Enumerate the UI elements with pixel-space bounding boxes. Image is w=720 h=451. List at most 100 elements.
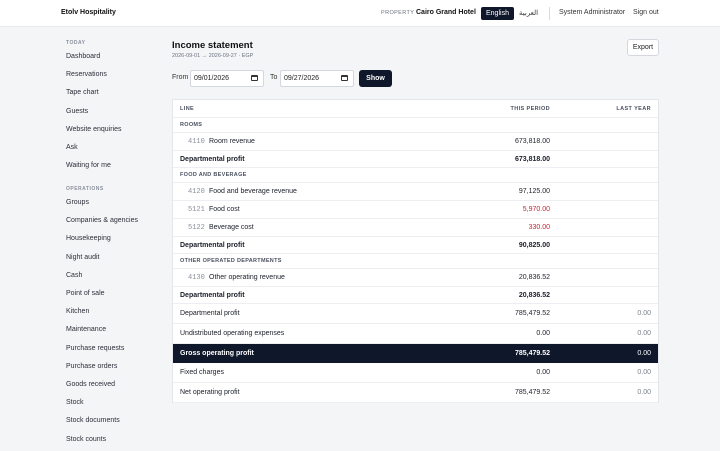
line-label: Net operating profit bbox=[180, 389, 240, 396]
sidebar-item-tape-chart[interactable]: Tape chart bbox=[66, 89, 99, 96]
table-row[interactable]: 5121 Food cost 5,970.00 bbox=[173, 201, 658, 219]
sidebar: TODAY Dashboard Reservations Tape chart Gues… bbox=[0, 28, 150, 451]
top-bar: Etolv Hospitality PROPERTY Cairo Grand H… bbox=[0, 0, 720, 27]
table-row: Departmental profit 90,825.00 bbox=[173, 237, 658, 254]
sidebar-item-stock-counts[interactable]: Stock counts bbox=[66, 436, 106, 443]
sign-out-link[interactable]: Sign out bbox=[633, 9, 659, 16]
table-section-header: FOOD AND BEVERAGE bbox=[173, 168, 658, 183]
sidebar-item-purchase-orders[interactable]: Purchase orders bbox=[66, 363, 117, 370]
last-year-value: 0.00 bbox=[637, 349, 651, 357]
sidebar-item-point-of-sale[interactable]: Point of sale bbox=[66, 290, 105, 297]
to-date-value: 09/27/2026 bbox=[284, 75, 320, 82]
account-code: 4130 bbox=[188, 273, 205, 282]
to-date-input[interactable]: 09/27/2026 bbox=[280, 70, 354, 87]
line-label: Fixed charges bbox=[180, 369, 224, 376]
account-code: 4110 bbox=[188, 137, 205, 146]
this-period-value: 20,836.52 bbox=[518, 274, 550, 281]
user-menu[interactable]: System Administrator bbox=[559, 9, 625, 16]
table-section-header: ROOMS bbox=[173, 118, 658, 133]
this-period-value: 673,818.00 bbox=[514, 138, 550, 145]
sidebar-item-stock-documents[interactable]: Stock documents bbox=[66, 417, 120, 424]
sidebar-item-reservations[interactable]: Reservations bbox=[66, 71, 107, 78]
this-period-value: 90,825.00 bbox=[518, 241, 550, 249]
language-arabic-button[interactable]: العربية bbox=[519, 9, 538, 17]
table-row: Undistributed operating expenses 0.00 0.00 bbox=[173, 324, 658, 344]
property-label: PROPERTY bbox=[381, 10, 415, 16]
page-subtitle: 2026-09-01 → 2026-09-27 · EGP bbox=[172, 53, 254, 59]
sidebar-item-groups[interactable]: Groups bbox=[66, 199, 89, 206]
income-statement-table: LINE THIS PERIOD LAST YEAR ROOMS 4110 Room… bbox=[172, 99, 659, 403]
sidebar-item-website-enquiries[interactable]: Website enquiries bbox=[66, 126, 122, 133]
line-label: Food and beverage revenue bbox=[209, 188, 297, 195]
this-period-value: 20,836.52 bbox=[518, 291, 550, 299]
this-period-value: 785,479.52 bbox=[514, 310, 550, 317]
this-period-value: 97,125.00 bbox=[518, 188, 550, 195]
sidebar-item-companies-agencies[interactable]: Companies & agencies bbox=[66, 217, 138, 224]
table-row: Net operating profit 785,479.52 0.00 bbox=[173, 383, 658, 403]
account-code: 4120 bbox=[188, 187, 205, 196]
account-code: 5122 bbox=[188, 223, 205, 232]
line-label: Departmental profit bbox=[180, 310, 240, 317]
to-label: To bbox=[270, 74, 278, 81]
sidebar-item-housekeeping[interactable]: Housekeeping bbox=[66, 235, 111, 242]
this-period-value: 5,970.00 bbox=[522, 206, 550, 213]
column-header-line: LINE bbox=[180, 105, 195, 112]
sidebar-item-purchase-requests[interactable]: Purchase requests bbox=[66, 345, 124, 352]
sidebar-section-operations: OPERATIONS bbox=[66, 186, 104, 192]
calendar-icon[interactable] bbox=[251, 75, 258, 81]
line-label: Departmental profit bbox=[180, 155, 245, 163]
from-date-value: 09/01/2026 bbox=[194, 75, 230, 82]
table-row: Gross operating profit 785,479.52 0.00 bbox=[173, 344, 658, 363]
table-row: Departmental profit 20,836.52 bbox=[173, 287, 658, 304]
page-title: Income statement bbox=[172, 40, 253, 51]
sidebar-item-cash[interactable]: Cash bbox=[66, 272, 82, 279]
line-label: Room revenue bbox=[209, 138, 255, 145]
line-label: Departmental profit bbox=[180, 241, 245, 249]
sidebar-item-stock[interactable]: Stock bbox=[66, 399, 84, 406]
sidebar-item-waiting-for-me[interactable]: Waiting for me bbox=[66, 162, 111, 169]
sidebar-item-ask[interactable]: Ask bbox=[66, 144, 78, 151]
brand-name[interactable]: Etolv Hospitality bbox=[61, 9, 116, 16]
line-label: Beverage cost bbox=[209, 224, 254, 231]
table-row: Fixed charges 0.00 0.00 bbox=[173, 363, 658, 383]
table-section-header: OTHER OPERATED DEPARTMENTS bbox=[173, 254, 658, 269]
this-period-value: 0.00 bbox=[536, 369, 550, 376]
show-button[interactable]: Show bbox=[359, 70, 392, 87]
this-period-value: 0.00 bbox=[536, 330, 550, 337]
line-label: Undistributed operating expenses bbox=[180, 330, 285, 337]
table-row[interactable]: 4110 Room revenue 673,818.00 bbox=[173, 133, 658, 151]
section-label: ROOMS bbox=[180, 122, 203, 128]
last-year-value: 0.00 bbox=[637, 310, 651, 317]
sidebar-item-night-audit[interactable]: Night audit bbox=[66, 254, 99, 261]
sidebar-item-dashboard[interactable]: Dashboard bbox=[66, 53, 100, 60]
from-date-input[interactable]: 09/01/2026 bbox=[190, 70, 264, 87]
account-code: 5121 bbox=[188, 205, 205, 214]
sidebar-item-goods-received[interactable]: Goods received bbox=[66, 381, 115, 388]
table-row[interactable]: 5122 Beverage cost 330.00 bbox=[173, 219, 658, 237]
this-period-value: 330.00 bbox=[528, 224, 550, 231]
table-header: LINE THIS PERIOD LAST YEAR bbox=[173, 100, 658, 118]
language-english-button[interactable]: English bbox=[481, 7, 514, 20]
divider bbox=[549, 7, 550, 20]
sidebar-section-today: TODAY bbox=[66, 40, 86, 46]
last-year-value: 0.00 bbox=[637, 389, 651, 396]
line-label: Departmental profit bbox=[180, 291, 245, 299]
this-period-value: 785,479.52 bbox=[514, 389, 550, 396]
table-row[interactable]: 4130 Other operating revenue 20,836.52 bbox=[173, 269, 658, 287]
this-period-value: 785,479.52 bbox=[514, 349, 550, 357]
export-button[interactable]: Export bbox=[627, 39, 659, 56]
from-label: From bbox=[172, 74, 189, 81]
column-header-this-period: THIS PERIOD bbox=[510, 105, 550, 112]
sidebar-item-guests[interactable]: Guests bbox=[66, 108, 88, 115]
calendar-icon[interactable] bbox=[341, 75, 348, 81]
table-row: Departmental profit 673,818.00 bbox=[173, 151, 658, 168]
section-label: FOOD AND BEVERAGE bbox=[180, 172, 247, 178]
property-selector[interactable]: Cairo Grand Hotel bbox=[416, 9, 476, 16]
table-row: Departmental profit 785,479.52 0.00 bbox=[173, 304, 658, 324]
column-header-last-year: LAST YEAR bbox=[616, 105, 651, 112]
sidebar-item-maintenance[interactable]: Maintenance bbox=[66, 326, 106, 333]
sidebar-item-kitchen[interactable]: Kitchen bbox=[66, 308, 89, 315]
line-label: Gross operating profit bbox=[180, 349, 254, 357]
line-label: Food cost bbox=[209, 206, 240, 213]
table-row[interactable]: 4120 Food and beverage revenue 97,125.00 bbox=[173, 183, 658, 201]
